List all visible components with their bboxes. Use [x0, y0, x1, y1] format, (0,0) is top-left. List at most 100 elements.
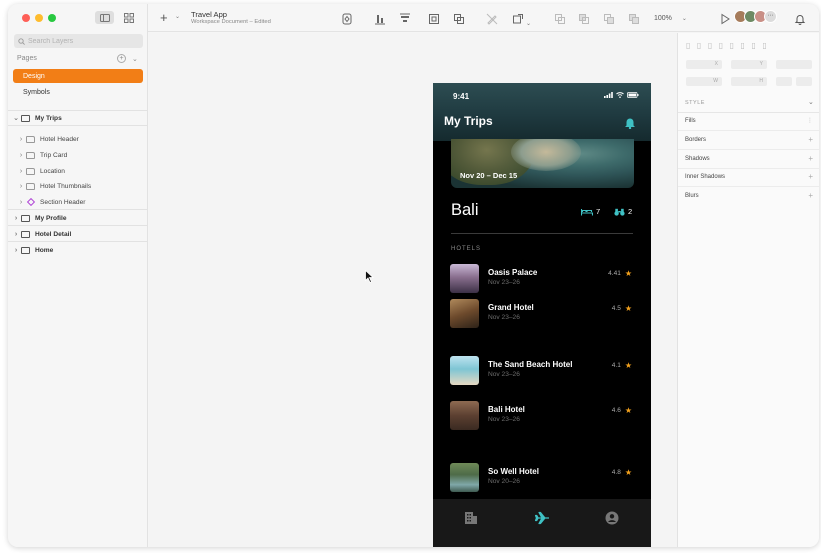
collaborators[interactable]: ⋯ [734, 10, 777, 23]
frame-button[interactable] [428, 12, 440, 24]
add-icon[interactable]: + [808, 191, 813, 200]
subtract-button[interactable] [578, 12, 590, 24]
layer-row[interactable]: › Hotel Header [8, 132, 148, 146]
align-bottom-icon[interactable]: ▯ [741, 41, 745, 50]
hotel-list-item[interactable]: Oasis Palace Nov 23–26 4.41 ★ [450, 264, 633, 294]
intersect-button[interactable] [603, 12, 615, 24]
blurs-section[interactable]: Blurs + [685, 191, 813, 200]
layer-row[interactable]: › My Profile [8, 211, 148, 225]
layers-view-toggle[interactable] [95, 11, 114, 24]
hotel-list-item[interactable]: Grand Hotel Nov 23–26 4.5 ★ [450, 299, 633, 329]
add-icon[interactable]: + [808, 154, 813, 163]
group-icon [454, 14, 464, 24]
rating-value: 4.1 [611, 362, 621, 369]
align-middle-icon[interactable]: ▯ [730, 41, 734, 50]
difference-button[interactable] [628, 12, 640, 24]
align-top-button[interactable] [399, 12, 411, 24]
align-right-icon[interactable]: ▯ [708, 41, 712, 50]
page-item-symbols[interactable]: Symbols [13, 85, 143, 99]
search-icon [18, 37, 25, 45]
close-window-button[interactable] [22, 14, 30, 22]
chevron-down-icon[interactable]: ⌄ [11, 114, 21, 122]
x-field[interactable]: X [686, 60, 722, 69]
chevron-right-icon[interactable]: › [11, 247, 21, 254]
chevron-right-icon[interactable]: › [16, 183, 26, 190]
distribute-vertical-icon[interactable]: ▯ [762, 41, 766, 50]
layer-row[interactable]: › Hotel Thumbnails [8, 179, 148, 193]
rotation-field[interactable] [776, 60, 812, 69]
align-top-icon[interactable]: ▯ [719, 41, 723, 50]
chevron-down-icon[interactable]: ⌄ [175, 13, 180, 20]
artboard-icon [21, 230, 30, 238]
distribute-horizontal-icon[interactable]: ▯ [751, 41, 755, 50]
search-input[interactable] [28, 37, 138, 45]
inner-shadows-section[interactable]: Inner Shadows + [685, 172, 813, 181]
resize-button[interactable] [512, 12, 524, 24]
notifications-button[interactable] [794, 12, 806, 25]
more-collaborators-icon[interactable]: ⋯ [764, 10, 777, 23]
w-field[interactable]: W [686, 77, 722, 86]
layer-row[interactable]: › Hotel Detail [8, 227, 148, 241]
minimize-window-button[interactable] [35, 14, 43, 22]
more-icon[interactable]: ⋮ [807, 117, 813, 124]
align-center-icon[interactable]: ▯ [697, 41, 701, 50]
layer-row[interactable]: ⌄ My Trips [8, 111, 148, 125]
notification-bell-button[interactable] [624, 116, 636, 134]
lock-ratio-button[interactable] [776, 77, 792, 86]
flip-button[interactable] [796, 77, 812, 86]
hotel-rating: 4.8 ★ [612, 468, 632, 477]
divider [8, 225, 148, 226]
group-button[interactable] [453, 12, 465, 24]
hotel-list-item[interactable]: So Well Hotel Nov 20–26 4.8 ★ [450, 463, 633, 493]
shadows-section[interactable]: Shadows + [685, 154, 813, 163]
y-field[interactable]: Y [731, 60, 767, 69]
chevron-down-icon[interactable]: ⌄ [526, 12, 534, 27]
trip-card[interactable]: Nov 20 – Dec 15 [451, 139, 634, 188]
add-page-button[interactable]: + [117, 54, 126, 63]
subtract-icon [579, 14, 589, 24]
insert-button[interactable]: + [160, 10, 168, 25]
add-icon[interactable]: + [808, 172, 813, 181]
hotel-list-item[interactable]: Bali Hotel Nov 23–26 4.6 ★ [450, 401, 633, 431]
align-left-icon[interactable]: ▯ [686, 41, 690, 50]
hotel-list-item[interactable]: The Sand Beach Hotel Nov 23–26 4.1 ★ [450, 356, 633, 386]
page-item-design[interactable]: Design [13, 69, 143, 83]
layer-row[interactable]: › Section Header [8, 195, 148, 209]
layer-row[interactable]: › Location [8, 164, 148, 178]
mouse-cursor-icon [365, 269, 375, 288]
document-title: Travel App [191, 10, 228, 19]
chevron-right-icon[interactable]: › [11, 215, 21, 222]
canvas[interactable]: 9:41 My Trips Nov 20 – Dec 15 Bali 7 2 H… [149, 33, 677, 547]
preview-button[interactable] [719, 12, 731, 25]
borders-section[interactable]: Borders + [685, 135, 813, 144]
layer-row[interactable]: › Trip Card [8, 148, 148, 162]
artboard-my-trips[interactable]: 9:41 My Trips Nov 20 – Dec 15 Bali 7 2 H… [433, 83, 651, 547]
layer-row[interactable]: › Home [8, 243, 148, 257]
fills-section[interactable]: Fills ⋮ [685, 118, 813, 124]
chevron-down-icon[interactable]: ⌄ [132, 55, 138, 63]
chevron-right-icon[interactable]: › [16, 199, 26, 206]
hotel-name: The Sand Beach Hotel [488, 360, 573, 369]
chevron-right-icon[interactable]: › [16, 168, 26, 175]
tab-trips[interactable] [534, 511, 549, 525]
zoom-window-button[interactable] [48, 14, 56, 22]
chevron-right-icon[interactable]: › [11, 231, 21, 238]
align-bottom-button[interactable] [374, 12, 386, 25]
chevron-down-icon[interactable]: ⌄ [808, 98, 814, 106]
tab-profile[interactable] [605, 511, 619, 525]
hotel-name: So Well Hotel [488, 467, 539, 476]
alignment-row: ▯ ▯ ▯ ▯ ▯ ▯ ▯ ▯ [686, 41, 767, 50]
sidebar-icon [99, 13, 110, 22]
create-symbol-button[interactable] [341, 12, 353, 25]
h-field[interactable]: H [731, 77, 767, 86]
union-button[interactable] [554, 12, 566, 24]
components-view-toggle[interactable] [122, 11, 136, 24]
chevron-right-icon[interactable]: › [16, 136, 26, 143]
chevron-right-icon[interactable]: › [16, 152, 26, 159]
divider [678, 130, 819, 131]
add-icon[interactable]: + [808, 135, 813, 144]
difference-icon [629, 14, 639, 24]
tab-hotels[interactable] [464, 511, 478, 525]
zoom-control[interactable]: 100% ⌄ [646, 11, 695, 25]
edit-button[interactable] [486, 12, 498, 25]
